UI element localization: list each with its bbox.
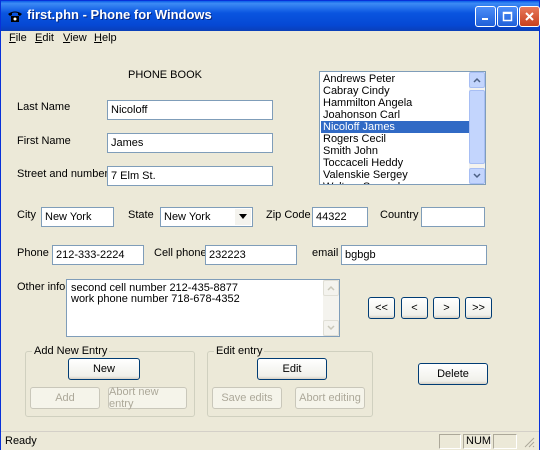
menu-view[interactable]: View: [63, 32, 87, 44]
scroll-up-button[interactable]: [469, 72, 485, 88]
last-name-field[interactable]: Nicoloff: [107, 100, 273, 120]
abort-new-entry-button[interactable]: Abort new entry: [108, 386, 187, 410]
state-select[interactable]: New York: [160, 207, 253, 227]
zip-label: Zip Code: [266, 209, 311, 221]
add-button[interactable]: Add: [30, 387, 100, 409]
country-field[interactable]: [421, 207, 485, 227]
chevron-down-icon: [239, 214, 247, 219]
contact-list-item[interactable]: Walters Samuel: [321, 181, 469, 184]
phone-field[interactable]: 212-333-2224: [52, 245, 144, 265]
memo-scroll-up-button[interactable]: [323, 280, 339, 296]
first-name-label: First Name: [17, 135, 71, 147]
contact-list[interactable]: Andrews Peter Cabray Cindy Hammilton Angel…: [319, 71, 486, 185]
maximize-button[interactable]: [497, 6, 518, 27]
street-label: Street and number: [17, 168, 109, 180]
resize-grip-icon[interactable]: [523, 436, 535, 448]
city-label: City: [17, 209, 36, 221]
delete-button[interactable]: Delete: [418, 363, 488, 385]
first-record-button[interactable]: <<: [368, 297, 395, 319]
status-panel-scroll: [493, 434, 517, 449]
edit-button[interactable]: Edit: [257, 358, 327, 380]
status-bar: Ready NUM: [1, 431, 539, 450]
cell-phone-field[interactable]: 232223: [205, 245, 297, 265]
chevron-down-icon: [327, 325, 335, 331]
other-info-scrollbar[interactable]: [323, 280, 339, 336]
contact-list-scrollbar[interactable]: [469, 72, 485, 184]
other-info-line-2: work phone number 718-678-4352: [71, 293, 240, 305]
contact-list-item[interactable]: Toccaceli Heddy: [321, 157, 469, 169]
state-value: New York: [164, 211, 211, 223]
next-record-button[interactable]: >: [433, 297, 460, 319]
menu-help[interactable]: Help: [94, 32, 117, 44]
telephone-icon: [8, 11, 22, 22]
email-field[interactable]: bgbgb: [341, 245, 487, 265]
street-field[interactable]: 7 Elm St.: [107, 166, 273, 186]
menu-bar: File Edit View Help: [1, 31, 539, 47]
save-edits-button[interactable]: Save edits: [212, 387, 282, 409]
contact-list-item[interactable]: Cabray Cindy: [321, 85, 469, 97]
page-title: PHONE BOOK: [128, 69, 202, 81]
close-button[interactable]: [519, 6, 540, 27]
scroll-down-button[interactable]: [469, 168, 485, 184]
scroll-thumb[interactable]: [469, 90, 485, 164]
status-panel-caps: [439, 434, 461, 449]
chevron-down-icon: [473, 173, 481, 179]
title-bar[interactable]: first.phn - Phone for Windows: [1, 1, 540, 31]
status-panel-num: NUM: [463, 434, 491, 449]
contact-list-item[interactable]: Rogers Cecil: [321, 133, 469, 145]
last-record-button[interactable]: >>: [465, 297, 492, 319]
contact-list-item[interactable]: Smith John: [321, 145, 469, 157]
memo-scroll-down-button[interactable]: [323, 320, 339, 336]
contact-list-item[interactable]: Nicoloff James: [321, 121, 469, 133]
close-icon: [525, 12, 534, 21]
minimize-button[interactable]: [475, 6, 496, 27]
first-name-field[interactable]: James: [107, 133, 273, 153]
contact-list-item[interactable]: Hammilton Angela: [321, 97, 469, 109]
cell-phone-label: Cell phone: [154, 247, 207, 259]
state-dropdown-button[interactable]: [235, 209, 251, 225]
status-text: Ready: [5, 435, 37, 447]
other-info-textarea[interactable]: second cell number 212-435-8877 work pho…: [66, 279, 340, 337]
add-entry-group-title: Add New Entry: [32, 345, 110, 357]
menu-file[interactable]: File: [9, 32, 27, 44]
contact-list-items: Andrews Peter Cabray Cindy Hammilton Angel…: [321, 73, 469, 184]
contact-list-item[interactable]: Valenskie Sergey: [321, 169, 469, 181]
contact-list-item[interactable]: Andrews Peter: [321, 73, 469, 85]
last-name-label: Last Name: [17, 101, 71, 113]
state-label: State: [128, 209, 154, 221]
main-window: first.phn - Phone for Windows File Edit …: [0, 0, 540, 450]
minimize-icon: [482, 18, 488, 20]
email-label: email: [312, 247, 339, 259]
abort-editing-button[interactable]: Abort editing: [295, 387, 365, 409]
previous-record-button[interactable]: <: [401, 297, 428, 319]
window-title: first.phn - Phone for Windows: [27, 7, 212, 22]
city-field[interactable]: New York: [41, 207, 114, 227]
menu-edit[interactable]: Edit: [35, 32, 54, 44]
chevron-up-icon: [327, 285, 335, 291]
country-label: Country: [380, 209, 419, 221]
other-info-label: Other info: [17, 281, 66, 293]
maximize-icon: [502, 11, 513, 22]
phone-label: Phone: [17, 247, 49, 259]
contact-list-item[interactable]: Joahonson Carl: [321, 109, 469, 121]
edit-entry-group-title: Edit entry: [214, 345, 265, 357]
zip-field[interactable]: 44322: [312, 207, 368, 227]
new-button[interactable]: New: [68, 358, 140, 380]
chevron-up-icon: [473, 77, 481, 83]
